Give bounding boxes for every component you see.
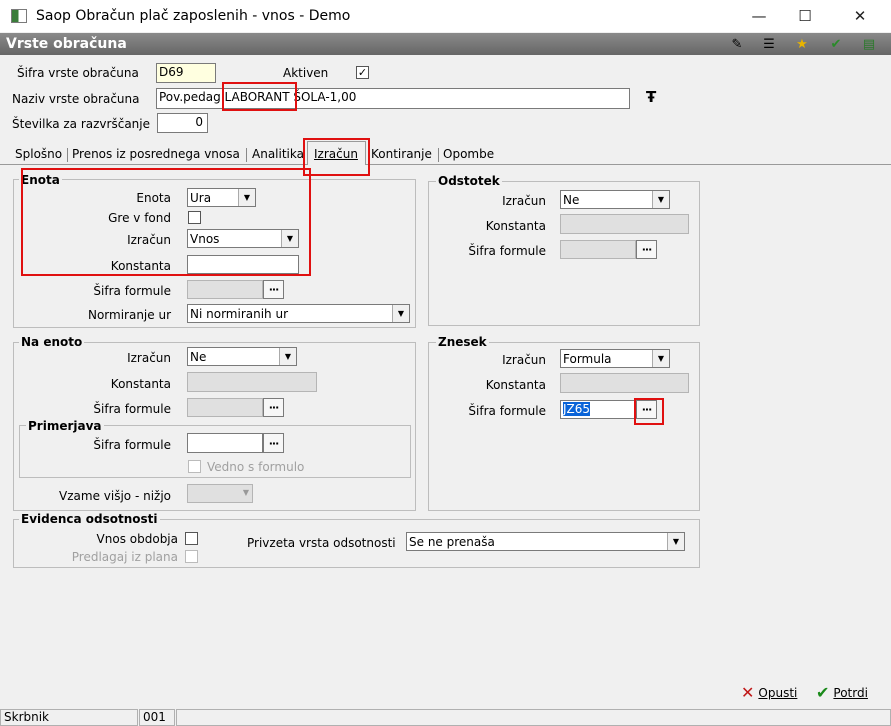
chevron-down-icon[interactable]: ▼ — [279, 348, 296, 365]
close-icon: ✕ — [741, 683, 755, 702]
tab-opombe[interactable]: Opombe — [443, 147, 494, 161]
primerjava-title: Primerjava — [26, 419, 104, 433]
konstanta-label: Konstanta — [485, 378, 546, 392]
izracun-select[interactable]: Formula ▼ — [560, 349, 670, 368]
predlagaj-label: Predlagaj iz plana — [71, 550, 178, 564]
vedno-label: Vedno s formulo — [207, 460, 305, 474]
minimize-button[interactable]: — — [737, 4, 781, 28]
sifra-formule-input — [560, 240, 636, 259]
evidenca-title: Evidenca odsotnosti — [19, 512, 160, 526]
tab-separator — [438, 148, 439, 162]
doc-check-icon[interactable]: ✔ — [827, 35, 845, 53]
vnos-obdobja-label: Vnos obdobja — [96, 532, 178, 546]
books-icon[interactable]: ▤ — [860, 35, 878, 53]
konstanta-input — [560, 373, 689, 393]
vedno-checkbox — [188, 460, 201, 473]
annotation-highlight — [21, 168, 311, 276]
tab-separator — [246, 148, 247, 162]
sifra-formule-input — [187, 398, 263, 417]
tab-kontiranje[interactable]: Kontiranje — [371, 147, 432, 161]
maximize-button[interactable]: ☐ — [783, 4, 827, 28]
vnos-obdobja-checkbox[interactable] — [185, 532, 198, 545]
predlagaj-checkbox — [185, 550, 198, 563]
form-title: Vrste obračuna — [6, 36, 127, 52]
potrdi-button[interactable]: ✔ Potrdi — [816, 683, 868, 702]
znesek-title: Znesek — [436, 335, 489, 349]
chevron-down-icon[interactable]: ▼ — [652, 191, 669, 208]
annotation-highlight — [303, 138, 370, 176]
chevron-down-icon: ▼ — [242, 488, 249, 497]
privzeta-select[interactable]: Se ne prenaša ▼ — [406, 532, 685, 551]
browse-button[interactable]: ··· — [636, 240, 657, 259]
browse-button[interactable]: ··· — [263, 280, 284, 299]
opusti-label: Opusti — [758, 685, 798, 700]
aktiven-label: Aktiven — [283, 66, 329, 80]
selected-text: JZ65 — [563, 402, 591, 416]
sifra-formule-label: Šifra formule — [468, 244, 546, 258]
sifra-formule-input — [187, 280, 263, 299]
stevilka-input[interactable]: 0 — [157, 113, 208, 133]
status-panel — [176, 709, 891, 726]
sifra-label: Šifra vrste obračuna — [17, 66, 139, 80]
sifra-formule-label: Šifra formule — [93, 438, 171, 452]
tab-splosno[interactable]: Splošno — [15, 147, 62, 161]
list-icon[interactable]: ☰ — [760, 35, 778, 53]
potrdi-label: Potrdi — [833, 685, 868, 700]
opusti-button[interactable]: ✕ Opusti — [741, 683, 797, 702]
tab-separator — [67, 148, 68, 162]
aktiven-checkbox[interactable]: ✓ — [356, 66, 369, 79]
edit-icon[interactable]: ✎ — [728, 35, 746, 53]
vzame-select: ▼ — [187, 484, 253, 503]
tab-analitika[interactable]: Analitika — [252, 147, 304, 161]
chevron-down-icon[interactable]: ▼ — [392, 305, 409, 322]
status-user: Skrbnik — [0, 709, 138, 726]
primerjava-sifra-input[interactable] — [187, 433, 263, 453]
chevron-down-icon[interactable]: ▼ — [652, 350, 669, 367]
konstanta-input — [560, 214, 689, 234]
normiranje-label: Normiranje ur — [87, 308, 171, 322]
close-button[interactable]: ✕ — [838, 4, 882, 28]
konstanta-label: Konstanta — [485, 219, 546, 233]
status-code: 001 — [139, 709, 175, 726]
sifra-input[interactable]: D69 — [156, 63, 216, 83]
tab-baseline — [0, 164, 891, 165]
naziv-label: Naziv vrste obračuna — [12, 92, 140, 106]
znesek-sifra-input[interactable]: JZ65 — [560, 400, 636, 419]
izracun-label: Izračun — [502, 194, 546, 208]
browse-button[interactable]: ··· — [263, 398, 284, 417]
sifra-formule-label: Šifra formule — [93, 402, 171, 416]
annotation-highlight — [634, 398, 664, 425]
star-icon[interactable]: ★ — [793, 35, 811, 53]
odstotek-title: Odstotek — [436, 174, 502, 188]
sifra-formule-label: Šifra formule — [468, 404, 546, 418]
na-enoto-title: Na enoto — [19, 335, 85, 349]
tab-prenos[interactable]: Prenos iz posrednega vnosa — [72, 147, 240, 161]
font-icon[interactable]: Ŧ — [646, 88, 656, 106]
izracun-select[interactable]: Ne ▼ — [187, 347, 297, 366]
annotation-highlight — [222, 82, 297, 111]
chevron-down-icon[interactable]: ▼ — [667, 533, 684, 550]
izracun-select[interactable]: Ne ▼ — [560, 190, 670, 209]
form-header — [0, 33, 891, 55]
konstanta-label: Konstanta — [110, 377, 171, 391]
konstanta-input — [187, 372, 317, 392]
sifra-formule-label: Šifra formule — [93, 284, 171, 298]
stevilka-label: Številka za razvrščanje — [12, 117, 150, 131]
izracun-label: Izračun — [502, 353, 546, 367]
browse-button[interactable]: ··· — [263, 433, 284, 453]
izracun-label: Izračun — [127, 351, 171, 365]
normiranje-select[interactable]: Ni normiranih ur ▼ — [187, 304, 410, 323]
window-title: Saop Obračun plač zaposlenih - vnos - De… — [36, 8, 351, 24]
vzame-label: Vzame višjo - nižjo — [59, 489, 171, 503]
app-icon — [11, 9, 27, 23]
privzeta-label: Privzeta vrsta odsotnosti — [247, 536, 396, 550]
checkmark-icon: ✔ — [816, 683, 830, 702]
